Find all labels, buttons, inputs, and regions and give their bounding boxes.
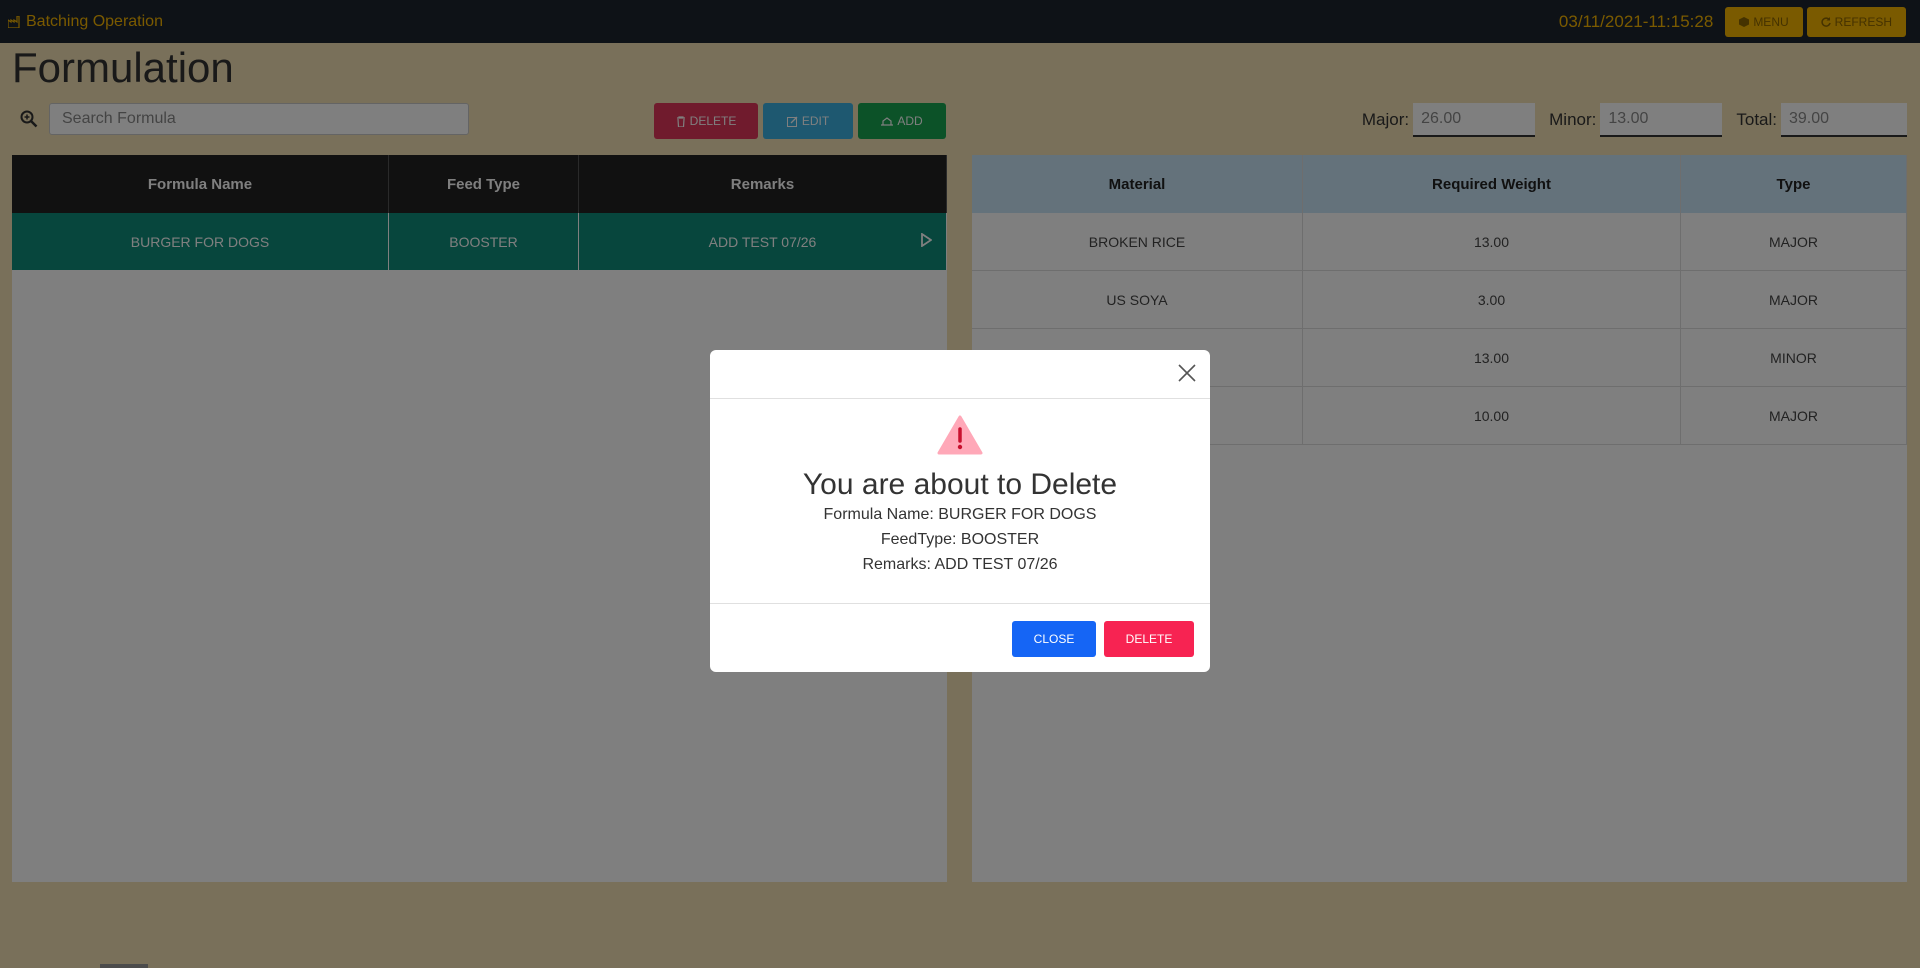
close-button[interactable]: CLOSE [1012,621,1096,657]
warning-icon [937,415,983,455]
modal-footer: CLOSE DELETE [710,604,1210,657]
formula-name-line: Formula Name: BURGER FOR DOGS [823,506,1097,523]
modal-title: You are about to Delete [802,468,1118,501]
modal-body: You are about to Delete Formula Name: BU… [710,399,1210,604]
feed-type-line: FeedType: BOOSTER [880,531,1040,548]
remarks-line: Remarks: ADD TEST 07/26 [862,556,1058,573]
modal-header [710,350,1210,399]
close-icon[interactable] [1178,364,1196,382]
delete-confirm-dialog: You are about to Delete Formula Name: BU… [710,350,1210,672]
confirm-delete-button[interactable]: DELETE [1104,621,1194,657]
